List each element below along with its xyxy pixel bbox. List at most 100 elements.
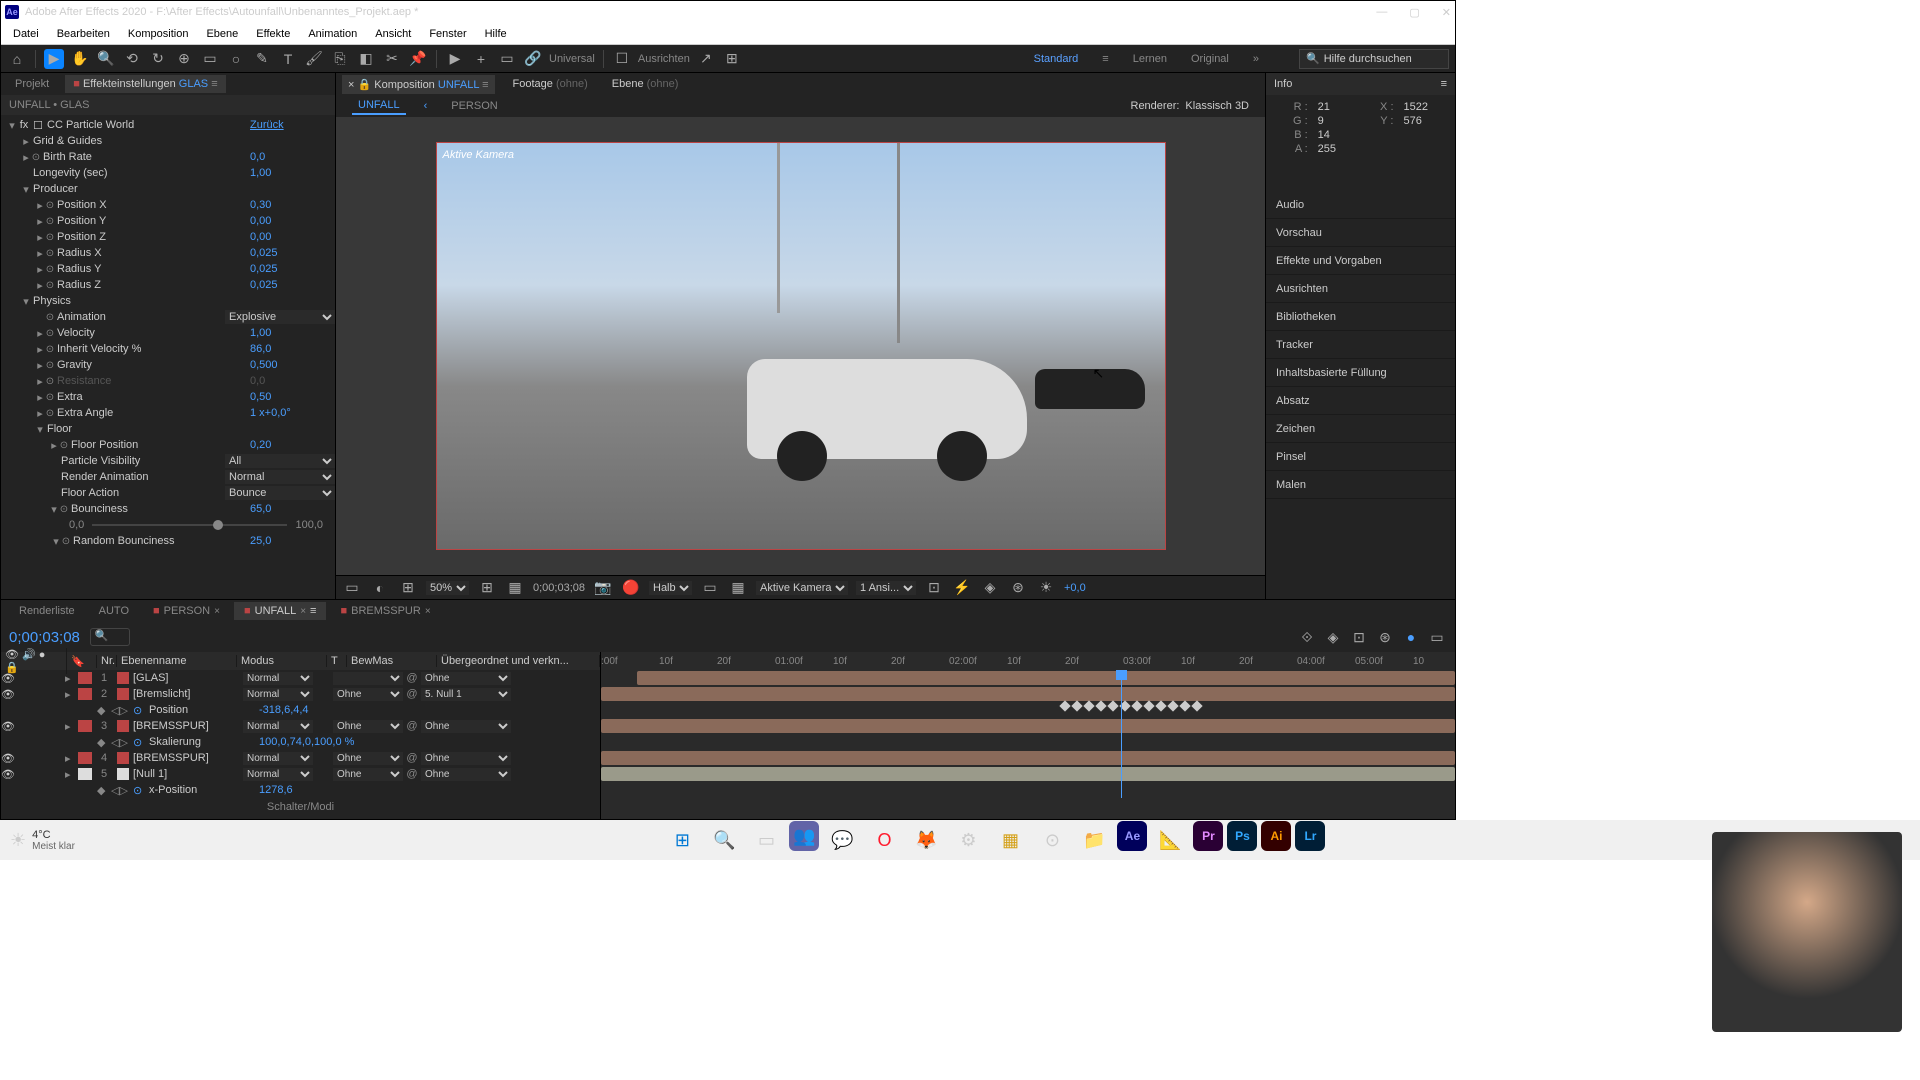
keyframe-nav-icon[interactable]: ◁▷ bbox=[111, 736, 129, 749]
zoom-select[interactable]: 50% bbox=[426, 581, 469, 595]
panel-zeichen[interactable]: Zeichen bbox=[1266, 415, 1455, 443]
link-icon[interactable]: 🔗 bbox=[523, 49, 543, 69]
illustrator-icon[interactable]: Ai bbox=[1261, 821, 1291, 851]
snapshot-icon[interactable]: 📷 bbox=[593, 578, 613, 598]
parent-pickwhip-icon[interactable]: @ bbox=[403, 768, 421, 780]
label-color[interactable] bbox=[78, 720, 92, 732]
zoom-tool[interactable]: 🔍 bbox=[96, 49, 116, 69]
panel-bibliotheken[interactable]: Bibliotheken bbox=[1266, 303, 1455, 331]
menu-effekte[interactable]: Effekte bbox=[256, 28, 290, 40]
menu-datei[interactable]: Datei bbox=[13, 28, 39, 40]
parent-pickwhip-icon[interactable]: @ bbox=[403, 672, 421, 684]
visibility-icon[interactable]: 👁 bbox=[1, 720, 15, 733]
premiere-icon[interactable]: Pr bbox=[1193, 821, 1223, 851]
label-color[interactable] bbox=[78, 752, 92, 764]
panel-absatz[interactable]: Absatz bbox=[1266, 387, 1455, 415]
twirl-icon[interactable]: ▸ bbox=[65, 688, 75, 701]
minimize-button[interactable]: — bbox=[1376, 6, 1387, 19]
tab-composition[interactable]: × 🔒 Komposition UNFALL ≡ bbox=[342, 75, 495, 94]
firefox-icon[interactable]: 🦊 bbox=[907, 821, 945, 859]
snap-opt2-icon[interactable]: ⊞ bbox=[722, 49, 742, 69]
tab-close-icon[interactable]: × bbox=[300, 606, 306, 617]
track-matte[interactable]: Ohne bbox=[333, 768, 403, 781]
search-taskbar-icon[interactable]: 🔍 bbox=[705, 821, 743, 859]
3d-icon[interactable]: ◈ bbox=[980, 578, 1000, 598]
twirl-icon[interactable]: ▸ bbox=[65, 768, 75, 781]
prop-value[interactable]: 0,0 bbox=[250, 375, 335, 387]
prop-value[interactable]: 0,00 bbox=[250, 231, 335, 243]
prop-value[interactable]: -318,6,4,4 bbox=[259, 704, 309, 716]
visibility-icon[interactable]: 👁 bbox=[1, 752, 15, 765]
stopwatch-icon[interactable]: ⊙ bbox=[133, 736, 145, 748]
puppet-tool[interactable]: 📌 bbox=[408, 49, 428, 69]
opera-icon[interactable]: O bbox=[865, 821, 903, 859]
stopwatch-icon[interactable]: ⊙ bbox=[61, 536, 71, 546]
maximize-button[interactable]: ▢ bbox=[1409, 6, 1419, 19]
app-icon-3[interactable]: 📐 bbox=[1151, 821, 1189, 859]
exposure-value[interactable]: +0,0 bbox=[1064, 582, 1086, 594]
layer-row[interactable]: 👁▸1[GLAS]Normal@Ohne bbox=[1, 670, 600, 686]
panel-tracker[interactable]: Tracker bbox=[1266, 331, 1455, 359]
clone-tool[interactable]: ⎘ bbox=[330, 49, 350, 69]
timecode-display[interactable]: 0;00;03;08 bbox=[533, 582, 585, 594]
composition-viewer[interactable]: Aktive Kamera ↖ bbox=[436, 142, 1166, 550]
tab-close-icon[interactable]: × bbox=[348, 79, 354, 91]
prop-value[interactable]: 0,500 bbox=[250, 359, 335, 371]
parent-pickwhip-icon[interactable]: @ bbox=[403, 720, 421, 732]
label-color[interactable] bbox=[78, 768, 92, 780]
layer-row[interactable]: 👁▸5[Null 1]NormalOhne@Ohne bbox=[1, 766, 600, 782]
prop-value[interactable]: 0,025 bbox=[250, 263, 335, 275]
menu-komposition[interactable]: Komposition bbox=[128, 28, 189, 40]
visibility-icon[interactable]: 👁 bbox=[1, 688, 15, 701]
prop-select[interactable]: Bounce bbox=[225, 486, 335, 500]
panel-audio[interactable]: Audio bbox=[1266, 191, 1455, 219]
guides-icon[interactable]: ▦ bbox=[505, 578, 525, 598]
ws-more-icon[interactable]: » bbox=[1253, 53, 1259, 65]
aftereffects-icon[interactable]: Ae bbox=[1117, 821, 1147, 851]
label-color[interactable] bbox=[78, 688, 92, 700]
timeline-timecode[interactable]: 0;00;03;08 bbox=[9, 629, 80, 646]
views-select[interactable]: 1 Ansi... bbox=[856, 581, 916, 595]
stopwatch-icon[interactable]: ⊙ bbox=[45, 200, 55, 210]
hand-tool[interactable]: ✋ bbox=[70, 49, 90, 69]
channel-icon[interactable]: 🔴 bbox=[621, 578, 641, 598]
tab-effect-controls[interactable]: ■ Effekteinstellungen GLAS ≡ bbox=[65, 75, 225, 93]
orbit-tool[interactable]: ⟲ bbox=[122, 49, 142, 69]
prop-value[interactable]: 1278,6 bbox=[259, 784, 293, 796]
flow-unfall[interactable]: UNFALL bbox=[352, 97, 406, 115]
prop-value[interactable]: 1,00 bbox=[250, 327, 335, 339]
layer-row[interactable]: ◆◁▷⊙Skalierung100,0,74,0,100,0 % bbox=[1, 734, 600, 750]
bounciness-slider[interactable] bbox=[92, 524, 287, 526]
panel-effekte-und-vorgaben[interactable]: Effekte und Vorgaben bbox=[1266, 247, 1455, 275]
help-search[interactable]: 🔍 Hilfe durchsuchen bbox=[1299, 49, 1449, 69]
app-icon-2[interactable]: ▦ bbox=[991, 821, 1029, 859]
blend-mode[interactable]: Normal bbox=[243, 672, 313, 685]
prop-select[interactable]: All bbox=[225, 454, 335, 468]
lightroom-icon[interactable]: Lr bbox=[1295, 821, 1325, 851]
twirl-icon[interactable]: ▸ bbox=[35, 343, 45, 356]
tl-icon-3[interactable]: ⊡ bbox=[1349, 627, 1369, 647]
tab-close-icon[interactable]: × bbox=[214, 606, 220, 617]
layer-row[interactable]: 👁▸4[BREMSSPUR]NormalOhne@Ohne bbox=[1, 750, 600, 766]
prop-value[interactable]: 100,0,74,0,100,0 % bbox=[259, 736, 354, 748]
tab-menu-icon[interactable]: ≡ bbox=[310, 605, 316, 617]
track-matte[interactable]: Ohne bbox=[333, 720, 403, 733]
parent-pickwhip-icon[interactable]: @ bbox=[403, 752, 421, 764]
grid-icon[interactable]: ⊞ bbox=[477, 578, 497, 598]
alpha-icon[interactable]: ◐ bbox=[370, 578, 390, 598]
tl-tab-renderliste[interactable]: Renderliste bbox=[9, 602, 85, 620]
twirl-icon[interactable]: ▸ bbox=[35, 375, 45, 388]
photoshop-icon[interactable]: Ps bbox=[1227, 821, 1257, 851]
tl-tab-person[interactable]: ■ PERSON × bbox=[143, 602, 230, 620]
rotate-tool[interactable]: ↻ bbox=[148, 49, 168, 69]
tl-icon-4[interactable]: ⊛ bbox=[1375, 627, 1395, 647]
twirl-icon[interactable]: ▸ bbox=[35, 407, 45, 420]
fx-enable-icon[interactable]: fx bbox=[17, 119, 31, 131]
text-tool[interactable]: T bbox=[278, 49, 298, 69]
fast-icon[interactable]: ⚡ bbox=[952, 578, 972, 598]
prop-value[interactable]: 0,30 bbox=[250, 199, 335, 211]
box-icon[interactable]: ▭ bbox=[497, 49, 517, 69]
parent-select[interactable]: Ohne bbox=[421, 768, 511, 781]
stopwatch-icon[interactable]: ⊙ bbox=[133, 704, 145, 716]
menu-bearbeiten[interactable]: Bearbeiten bbox=[57, 28, 110, 40]
